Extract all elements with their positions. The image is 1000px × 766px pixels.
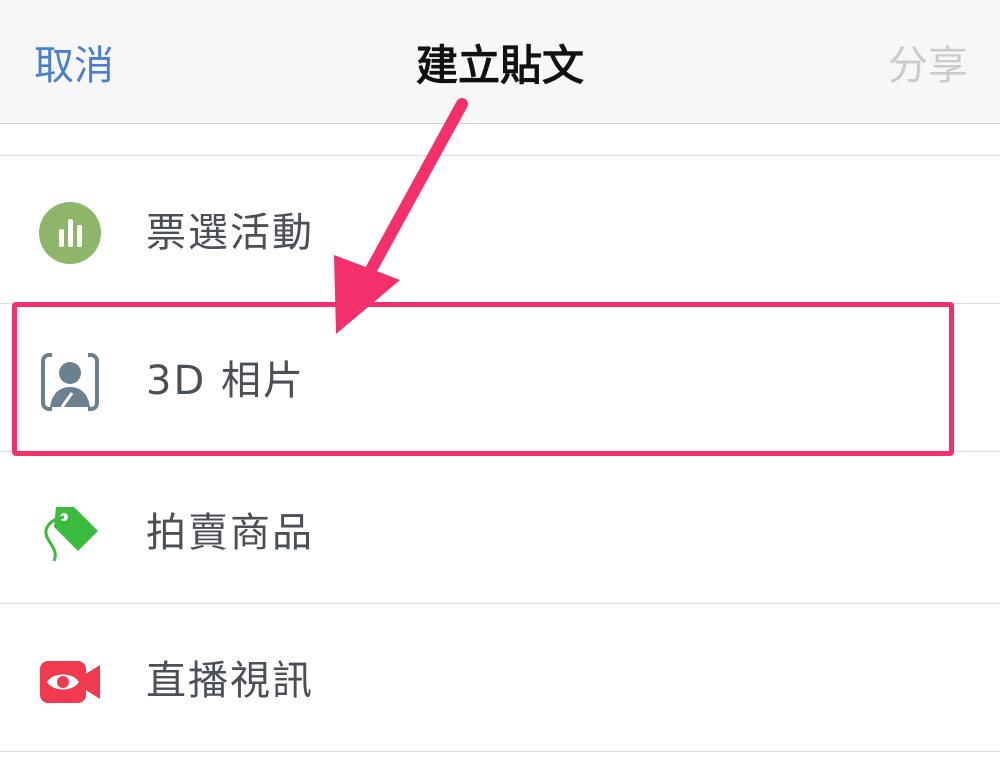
menu-item-sell[interactable]: 拍賣商品	[0, 456, 1000, 604]
row-divider	[0, 751, 1000, 752]
poll-icon	[39, 202, 101, 264]
menu-item-label: 直播視訊	[146, 658, 314, 704]
navigation-bar: 取消 建立貼文 分享	[0, 0, 1000, 124]
page-title: 建立貼文	[415, 41, 584, 90]
price-tag-icon	[44, 507, 98, 562]
menu-item-live-video[interactable]: 直播視訊	[0, 604, 1000, 752]
highlight-box	[12, 302, 954, 456]
menu-item-label: 拍賣商品	[146, 510, 314, 556]
live-video-icon	[40, 661, 100, 703]
menu-item-poll[interactable]: 票選活動	[0, 156, 1000, 304]
menu-item-label: 票選活動	[146, 210, 314, 256]
share-button[interactable]: 分享	[888, 38, 968, 94]
